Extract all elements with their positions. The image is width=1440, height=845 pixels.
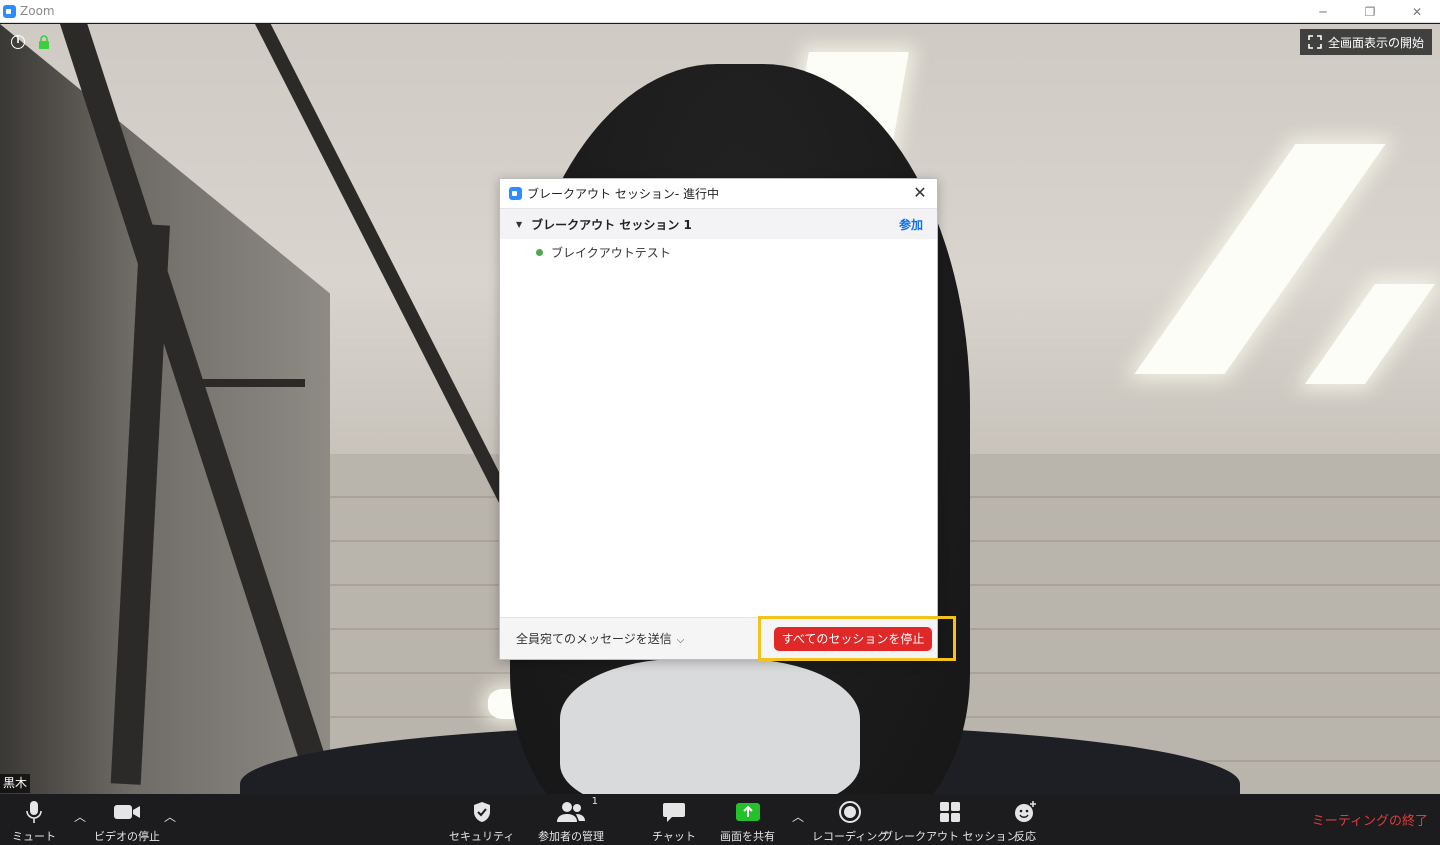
status-dot-icon [536,248,543,256]
reactions-button[interactable]: 反応 [1013,798,1037,844]
stop-video-button[interactable]: ビデオの停止 [94,798,160,844]
mute-button[interactable]: ミュート [12,798,56,844]
dialog-header: ブレークアウト セッション- 進行中 ✕ [500,179,937,209]
session-name: ブレークアウト セッション 1 [531,217,692,232]
video-options-chevron-icon[interactable]: ︿ [164,808,176,825]
participant-name-tag: 黒木 [0,774,31,793]
breakout-grid-icon [939,802,960,822]
caret-down-icon[interactable]: ▼ [516,220,522,229]
list-item: ブレイクアウトテスト [500,239,937,265]
stop-all-sessions-button[interactable]: すべてのセッションを停止 [774,627,932,651]
breakout-sessions-button[interactable]: ブレークアウト セッション [882,798,1018,844]
session-row[interactable]: ▼ ブレークアウト セッション 1 参加 [500,209,937,239]
meeting-toolbar: ミュート ︿ ビデオの停止 ︿ セキュリティ 1 参加者の管理 チャット 画面を… [0,794,1440,845]
minimize-button[interactable]: ─ [1300,0,1346,23]
zoom-app-icon [509,187,522,200]
participants-icon [557,802,585,822]
lock-icon[interactable] [38,35,50,49]
breakout-sessions-dialog: ブレークアウト セッション- 進行中 ✕ ▼ ブレークアウト セッション 1 参… [499,178,938,660]
participants-button[interactable]: 1 参加者の管理 [538,796,604,844]
shield-icon [473,802,490,822]
chat-label: チャット [652,830,696,843]
share-screen-button[interactable]: 画面を共有 [720,798,775,844]
end-meeting-button[interactable]: ミーティングの終了 [1312,810,1428,829]
chat-button[interactable]: チャット [652,798,696,844]
join-session-link[interactable]: 参加 [899,216,923,233]
fullscreen-label: 全画面表示の開始 [1327,35,1424,50]
fullscreen-button[interactable]: 全画面表示の開始 [1299,29,1432,55]
record-label: レコーディング [812,830,889,843]
broadcast-message-dropdown[interactable]: 全員宛てのメッセージを送信 ⌵ [516,630,684,647]
dialog-footer: 全員宛てのメッセージを送信 ⌵ すべてのセッションを停止 [500,617,937,659]
security-button[interactable]: セキュリティ [449,798,514,844]
window-title: Zoom [20,4,55,18]
person-mask [560,659,860,794]
security-label: セキュリティ [449,830,515,843]
window-titlebar: Zoom ─ ❐ ✕ [0,0,1440,23]
share-screen-icon [735,803,760,821]
dialog-title: ブレークアウト セッション- 進行中 [527,187,719,201]
microphone-icon [26,801,42,823]
video-camera-icon [114,805,140,819]
participants-label: 参加者の管理 [538,830,604,843]
share-screen-label: 画面を共有 [720,830,775,843]
expand-icon [1308,35,1322,49]
participants-count-badge: 1 [591,796,598,807]
close-window-button[interactable]: ✕ [1394,0,1440,23]
mute-label: ミュート [12,830,56,843]
chevron-down-icon: ⌵ [676,635,685,646]
breakout-sessions-label: ブレークアウト セッション [882,830,1018,843]
emoji-plus-icon [1015,801,1036,822]
audio-options-chevron-icon[interactable]: ︿ [74,808,86,825]
member-name: ブレイクアウトテスト [551,245,671,260]
record-button[interactable]: レコーディング [812,798,888,844]
record-icon [839,801,862,823]
broadcast-label: 全員宛てのメッセージを送信 [516,632,672,646]
zoom-app-icon [3,4,16,18]
stop-video-label: ビデオの停止 [94,830,160,843]
reactions-label: 反応 [1014,830,1036,843]
info-icon[interactable]: i [11,35,25,49]
close-dialog-button[interactable]: ✕ [911,184,929,202]
restore-button[interactable]: ❐ [1347,0,1393,23]
video-beam [185,379,305,387]
chat-bubble-icon [662,803,685,822]
share-options-chevron-icon[interactable]: ︿ [792,808,804,825]
